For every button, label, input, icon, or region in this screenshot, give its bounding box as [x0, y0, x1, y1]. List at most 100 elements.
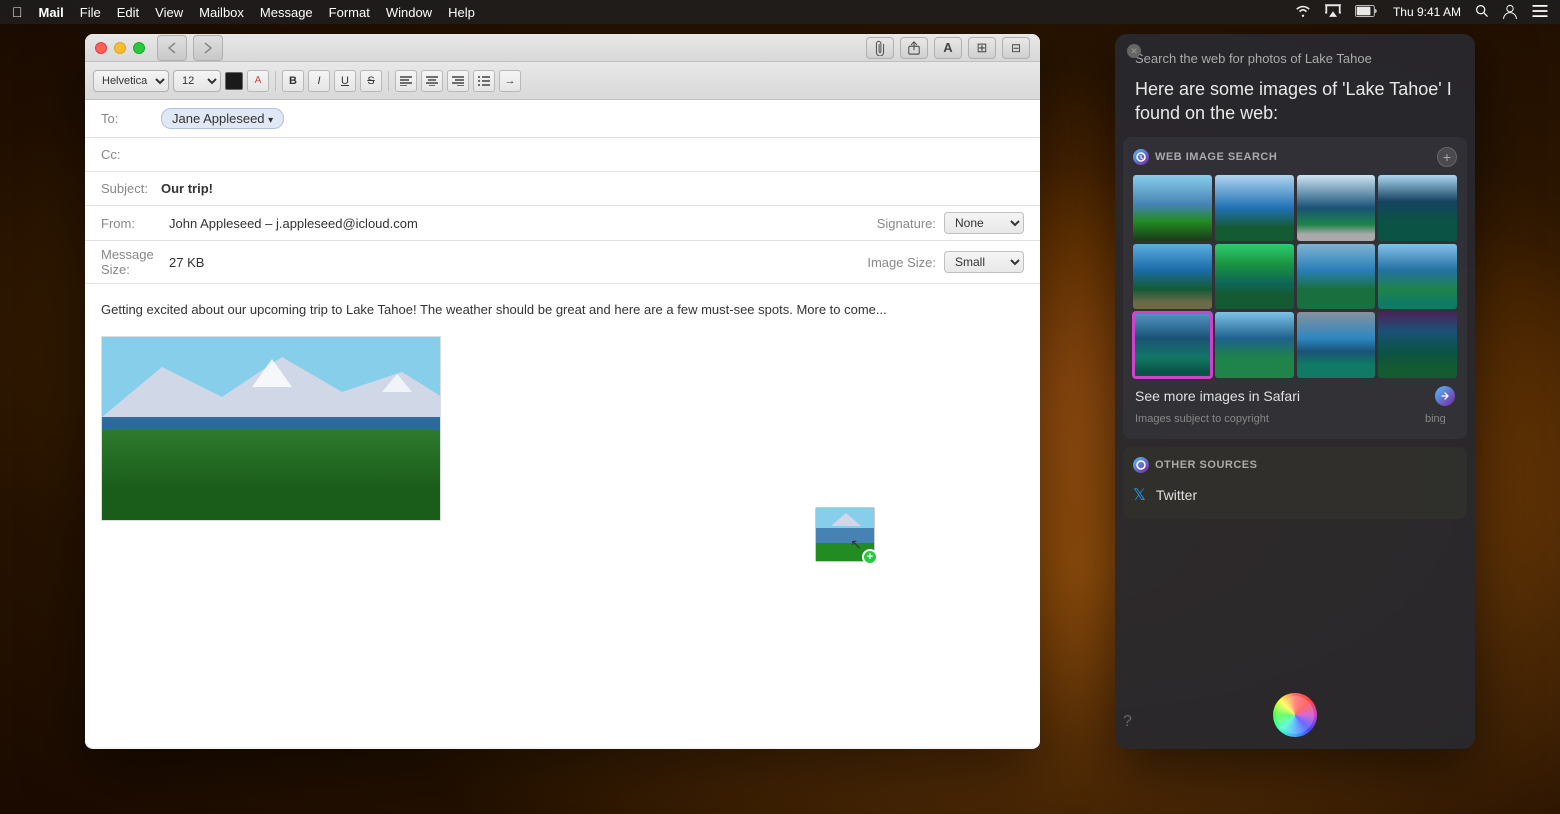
twitter-item[interactable]: 𝕏 Twitter — [1133, 481, 1457, 509]
menubar:  Mail File Edit View Mailbox Message Fo… — [0, 0, 1560, 24]
align-right-button[interactable] — [447, 70, 469, 92]
subject-value[interactable]: Our trip! — [161, 181, 213, 196]
other-sources-title-text: OTHER SOURCES — [1155, 459, 1257, 471]
to-label: To: — [101, 111, 161, 126]
message-size-label: Message Size: — [101, 247, 161, 277]
siri-panel: ✕ Search the web for photos of Lake Taho… — [1115, 34, 1475, 749]
copyright-row: Images subject to copyright bing — [1133, 410, 1457, 429]
drag-plus-indicator: + — [862, 549, 878, 565]
menubar-app-name[interactable]: Mail — [39, 5, 64, 20]
font-size-select[interactable]: 12 — [173, 70, 221, 92]
font-family-select[interactable]: Helvetica — [93, 70, 169, 92]
text-format-button[interactable]: A — [934, 37, 962, 59]
subject-label: Subject: — [101, 181, 161, 196]
menubar-format[interactable]: Format — [329, 5, 370, 20]
align-center-button[interactable] — [421, 70, 443, 92]
image-size-select[interactable]: Small — [944, 251, 1024, 273]
user-icon[interactable] — [1502, 3, 1518, 22]
section-title: WEB IMAGE SEARCH — [1133, 149, 1277, 165]
menubar-edit[interactable]: Edit — [117, 5, 139, 20]
table-insert-button[interactable]: ⊟ — [1002, 37, 1030, 59]
image-cell-4[interactable] — [1378, 175, 1457, 241]
image-cell-12[interactable] — [1378, 312, 1457, 378]
dragged-image[interactable]: + ↖ — [815, 507, 880, 567]
mail-content-area[interactable]: Getting excited about our upcoming trip … — [85, 284, 1040, 747]
image-cell-9[interactable] — [1133, 312, 1212, 378]
image-cell-5[interactable] — [1133, 244, 1212, 310]
mail-window: A ⊞ ⊟ Helvetica 12 A B I U S → — [85, 34, 1040, 749]
strikethrough-button[interactable]: S — [360, 70, 382, 92]
bing-logo: bing — [1425, 412, 1455, 427]
menubar-help[interactable]: Help — [448, 5, 475, 20]
image-cell-3[interactable] — [1297, 175, 1376, 241]
apple-menu[interactable]:  — [12, 4, 23, 20]
siri-response-text: Here are some images of 'Lake Tahoe' I f… — [1135, 78, 1455, 125]
highlight-button[interactable]: A — [247, 70, 269, 92]
see-more-icon[interactable] — [1435, 386, 1455, 406]
close-button[interactable] — [95, 42, 107, 54]
recipient-chip[interactable]: Jane Appleseed ▾ — [161, 108, 284, 129]
menubar-message[interactable]: Message — [260, 5, 313, 20]
siri-close-button[interactable]: ✕ — [1127, 44, 1141, 58]
mail-body: To: Jane Appleseed ▾ Cc: Subject: Our tr… — [85, 100, 1040, 747]
battery-icon — [1355, 5, 1379, 20]
text-color-button[interactable] — [225, 72, 243, 90]
format-toolbar: Helvetica 12 A B I U S → — [85, 62, 1040, 100]
twitter-icon: 𝕏 — [1133, 485, 1146, 505]
section-add-button[interactable]: + — [1437, 147, 1457, 167]
from-label: From: — [101, 216, 161, 231]
siri-query-text: Search the web for photos of Lake Tahoe — [1135, 50, 1455, 68]
image-cell-7[interactable] — [1297, 244, 1376, 310]
image-cell-1[interactable] — [1133, 175, 1212, 241]
cc-label: Cc: — [101, 147, 161, 162]
recipient-dropdown-icon: ▾ — [268, 115, 273, 126]
web-image-search-section: WEB IMAGE SEARCH + See more images in Sa… — [1123, 137, 1467, 439]
indent-button[interactable]: → — [499, 70, 521, 92]
signature-label: Signature: — [877, 216, 936, 231]
cc-row: Cc: — [85, 138, 1040, 172]
window-titlebar: A ⊞ ⊟ — [85, 34, 1040, 62]
from-value: John Appleseed – j.appleseed@icloud.com — [169, 216, 418, 231]
see-more-row: See more images in Safari — [1133, 378, 1457, 410]
image-cell-10[interactable] — [1215, 312, 1294, 378]
siri-help-button[interactable]: ? — [1123, 713, 1132, 731]
underline-button[interactable]: U — [334, 70, 356, 92]
spotlight-icon[interactable] — [1475, 4, 1488, 20]
copyright-text: Images subject to copyright — [1135, 413, 1269, 425]
image-cell-8[interactable] — [1378, 244, 1457, 310]
siri-orb[interactable] — [1273, 693, 1317, 737]
wifi-icon — [1295, 5, 1311, 20]
forward-button[interactable] — [193, 35, 223, 61]
other-sources-header: OTHER SOURCES — [1133, 457, 1457, 473]
image-grid — [1133, 175, 1457, 378]
mail-body-text: Getting excited about our upcoming trip … — [101, 300, 1024, 320]
maximize-button[interactable] — [133, 42, 145, 54]
bold-button[interactable]: B — [282, 70, 304, 92]
minimize-button[interactable] — [114, 42, 126, 54]
back-button[interactable] — [157, 35, 187, 61]
image-cell-6[interactable] — [1215, 244, 1294, 310]
image-cell-11[interactable] — [1297, 312, 1376, 378]
share-button[interactable] — [900, 37, 928, 59]
other-sources-section: OTHER SOURCES 𝕏 Twitter — [1123, 447, 1467, 519]
mail-inline-image — [101, 336, 441, 521]
subject-row: Subject: Our trip! — [85, 172, 1040, 206]
menubar-file[interactable]: File — [80, 5, 101, 20]
image-cell-2[interactable] — [1215, 175, 1294, 241]
see-more-text[interactable]: See more images in Safari — [1135, 388, 1300, 404]
hamburger-icon[interactable] — [1532, 5, 1548, 20]
photo-insert-button[interactable]: ⊞ — [968, 37, 996, 59]
paperclip-button[interactable] — [866, 37, 894, 59]
menubar-view[interactable]: View — [155, 5, 183, 20]
to-row: To: Jane Appleseed ▾ — [85, 100, 1040, 138]
menubar-window[interactable]: Window — [386, 5, 432, 20]
twitter-label: Twitter — [1156, 487, 1197, 503]
traffic-lights — [95, 42, 145, 54]
italic-button[interactable]: I — [308, 70, 330, 92]
signature-select[interactable]: None — [944, 212, 1024, 234]
align-left-button[interactable] — [395, 70, 417, 92]
list-button[interactable] — [473, 70, 495, 92]
airplay-icon — [1325, 4, 1341, 20]
menubar-mailbox[interactable]: Mailbox — [199, 5, 244, 20]
recipient-name: Jane Appleseed — [172, 111, 265, 126]
